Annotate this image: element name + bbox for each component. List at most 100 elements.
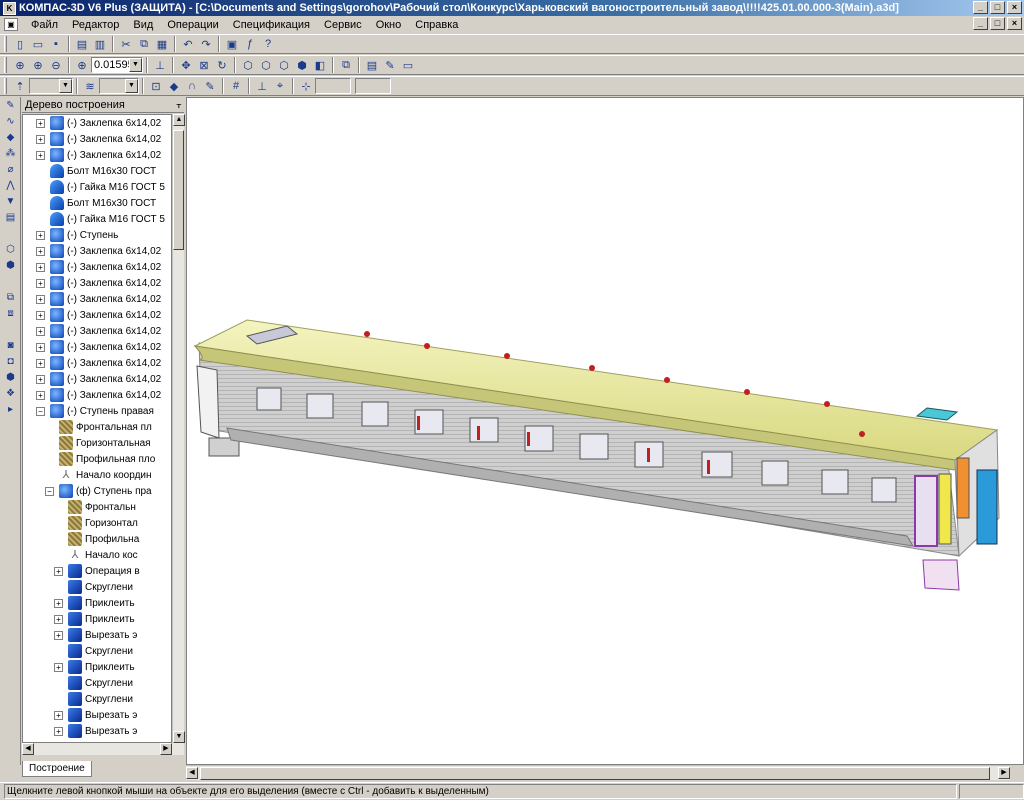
expand-icon[interactable]: + [36, 390, 45, 400]
zoom-in-icon[interactable]: ⊕ [30, 57, 46, 73]
zoom-scale-icon[interactable]: ⊕ [74, 57, 90, 73]
tree-row[interactable]: ⅄ Начало кос [23, 547, 171, 563]
expand-icon[interactable]: + [36, 246, 45, 256]
tree-row[interactable]: Профильна [23, 531, 171, 547]
display-mode-icon[interactable]: ▭ [400, 57, 416, 73]
hole-icon[interactable]: ⬢ [2, 371, 19, 385]
expand-icon[interactable]: + [54, 710, 63, 720]
scroll-right-icon[interactable]: ▶ [160, 743, 172, 755]
perspective-icon[interactable]: ◧ [312, 57, 328, 73]
snap-icon[interactable]: ⊡ [148, 78, 164, 94]
tree-row[interactable]: + Вырезать э [23, 707, 171, 723]
undo-icon[interactable]: ↶ [180, 36, 196, 52]
tree-row[interactable]: Болт М16x30 ГОСТ [23, 195, 171, 211]
orientation-icon[interactable]: ⊥ [152, 57, 168, 73]
tree-row[interactable]: + Приклеить [23, 659, 171, 675]
tree-row[interactable]: + Вырезать э [23, 723, 171, 739]
tree-row[interactable]: Горизонтальная [23, 435, 171, 451]
tree-row[interactable]: + Приклеить [23, 595, 171, 611]
thin-hidden-icon[interactable]: ⬡ [276, 57, 292, 73]
expand-icon[interactable]: + [54, 726, 63, 736]
tree-row[interactable]: Скруглени [23, 579, 171, 595]
array-icon[interactable]: ⁂ [2, 147, 19, 161]
zoom-out-icon[interactable]: ⊖ [48, 57, 64, 73]
view-icon[interactable]: ◙ [2, 339, 19, 353]
coord-y-field[interactable] [355, 78, 391, 94]
tree-row[interactable]: Фронтальная пл [23, 419, 171, 435]
menu-specification[interactable]: Спецификация [226, 19, 317, 31]
hidden-lines-icon[interactable]: ⬡ [258, 57, 274, 73]
tree-row[interactable]: + (-) Заклепка 6x14,02 [23, 355, 171, 371]
menu-service[interactable]: Сервис [317, 19, 369, 31]
expand-icon[interactable]: + [36, 262, 45, 272]
model-viewport[interactable] [186, 97, 1024, 765]
scroll-right-icon[interactable]: ▶ [998, 767, 1010, 779]
minimize-button[interactable]: _ [973, 1, 988, 14]
library-icon[interactable]: ❖ [2, 387, 19, 401]
more-arrow-icon[interactable]: ▸ [2, 403, 19, 417]
tree-row[interactable]: + (-) Заклепка 6x14,02 [23, 115, 171, 131]
menu-file[interactable]: Файл [24, 19, 65, 31]
tab-build[interactable]: Построение [22, 761, 92, 777]
expand-icon[interactable]: + [36, 326, 45, 336]
layer-icon[interactable]: ⇡ [12, 78, 28, 94]
surfaces-icon[interactable]: ◆ [2, 131, 19, 145]
zoom-window-icon[interactable]: ⊕ [12, 57, 28, 73]
tree-row[interactable]: (-) Гайка М16 ГОСТ 5 [23, 211, 171, 227]
tree-row[interactable]: + (-) Заклепка 6x14,02 [23, 323, 171, 339]
tree-row[interactable]: + (-) Заклепка 6x14,02 [23, 387, 171, 403]
expand-icon[interactable]: + [54, 566, 63, 576]
curves-icon[interactable]: ∿ [2, 115, 19, 129]
assembly-part-icon[interactable]: ⬡ [2, 243, 19, 257]
scroll-up-icon[interactable]: ▲ [173, 114, 185, 126]
pin-icon[interactable]: ᚁ [177, 99, 181, 110]
expand-icon[interactable]: + [54, 630, 63, 640]
tree-row[interactable]: − (ф) Ступень пра [23, 483, 171, 499]
tree-row[interactable]: + (-) Заклепка 6x14,02 [23, 259, 171, 275]
railcar-3d-model[interactable] [187, 98, 1024, 765]
pan-icon[interactable]: ✥ [178, 57, 194, 73]
save-icon[interactable]: ▪ [48, 36, 64, 52]
document-system-menu-icon[interactable]: ▣ [4, 18, 18, 31]
layer-combo[interactable]: ▼ [29, 78, 73, 94]
menu-help[interactable]: Справка [408, 19, 465, 31]
mass-properties-icon[interactable]: ✎ [382, 57, 398, 73]
help-pointer-icon[interactable]: ? [260, 36, 276, 52]
collapse-icon[interactable]: − [45, 486, 54, 496]
menu-operations[interactable]: Операции [160, 19, 225, 31]
magnet-icon[interactable]: ∩ [184, 78, 200, 94]
chevron-down-icon[interactable]: ▼ [59, 79, 72, 93]
menu-view[interactable]: Вид [126, 19, 160, 31]
scroll-thumb[interactable] [173, 130, 184, 250]
auxiliary-geometry-icon[interactable]: ⌀ [2, 163, 19, 177]
tree-row[interactable]: + Операция в [23, 563, 171, 579]
rotate-icon[interactable]: ↻ [214, 57, 230, 73]
collapse-icon[interactable]: − [36, 406, 45, 416]
chevron-down-icon[interactable]: ▼ [125, 79, 138, 93]
wireframe-icon[interactable]: ⬡ [240, 57, 256, 73]
mate-icon[interactable]: ⧉ [2, 291, 19, 305]
expand-icon[interactable]: + [36, 118, 45, 128]
print-preview-icon[interactable]: ▥ [92, 36, 108, 52]
zoom-fit-icon[interactable]: ⊠ [196, 57, 212, 73]
toolbar-grip[interactable] [4, 57, 7, 73]
scroll-left-icon[interactable]: ◀ [186, 767, 198, 779]
tree-row[interactable]: Профильная пло [23, 451, 171, 467]
zoom-scale-combo[interactable]: 0.015956 ▼ [91, 57, 143, 73]
libraries-icon[interactable]: ▣ [224, 36, 240, 52]
expand-icon[interactable]: + [54, 662, 63, 672]
grid-icon[interactable]: # [228, 78, 244, 94]
edit-mode-icon[interactable]: ✎ [2, 99, 19, 113]
insert-component-icon[interactable]: ⬢ [2, 259, 19, 273]
tree-row[interactable]: + Приклеить [23, 611, 171, 627]
expand-icon[interactable]: + [36, 278, 45, 288]
variables-icon[interactable]: ƒ [242, 36, 258, 52]
coord-x-field[interactable] [315, 78, 351, 94]
section-icon[interactable]: ◘ [2, 355, 19, 369]
style-icon[interactable]: ≋ [82, 78, 98, 94]
tree-row[interactable]: + (-) Заклепка 6x14,02 [23, 243, 171, 259]
scroll-left-icon[interactable]: ◀ [22, 743, 34, 755]
expand-icon[interactable]: + [36, 150, 45, 160]
viewport-horizontal-scrollbar[interactable]: ◀ ▶ [186, 765, 1010, 780]
new-file-icon[interactable]: ▯ [12, 36, 28, 52]
